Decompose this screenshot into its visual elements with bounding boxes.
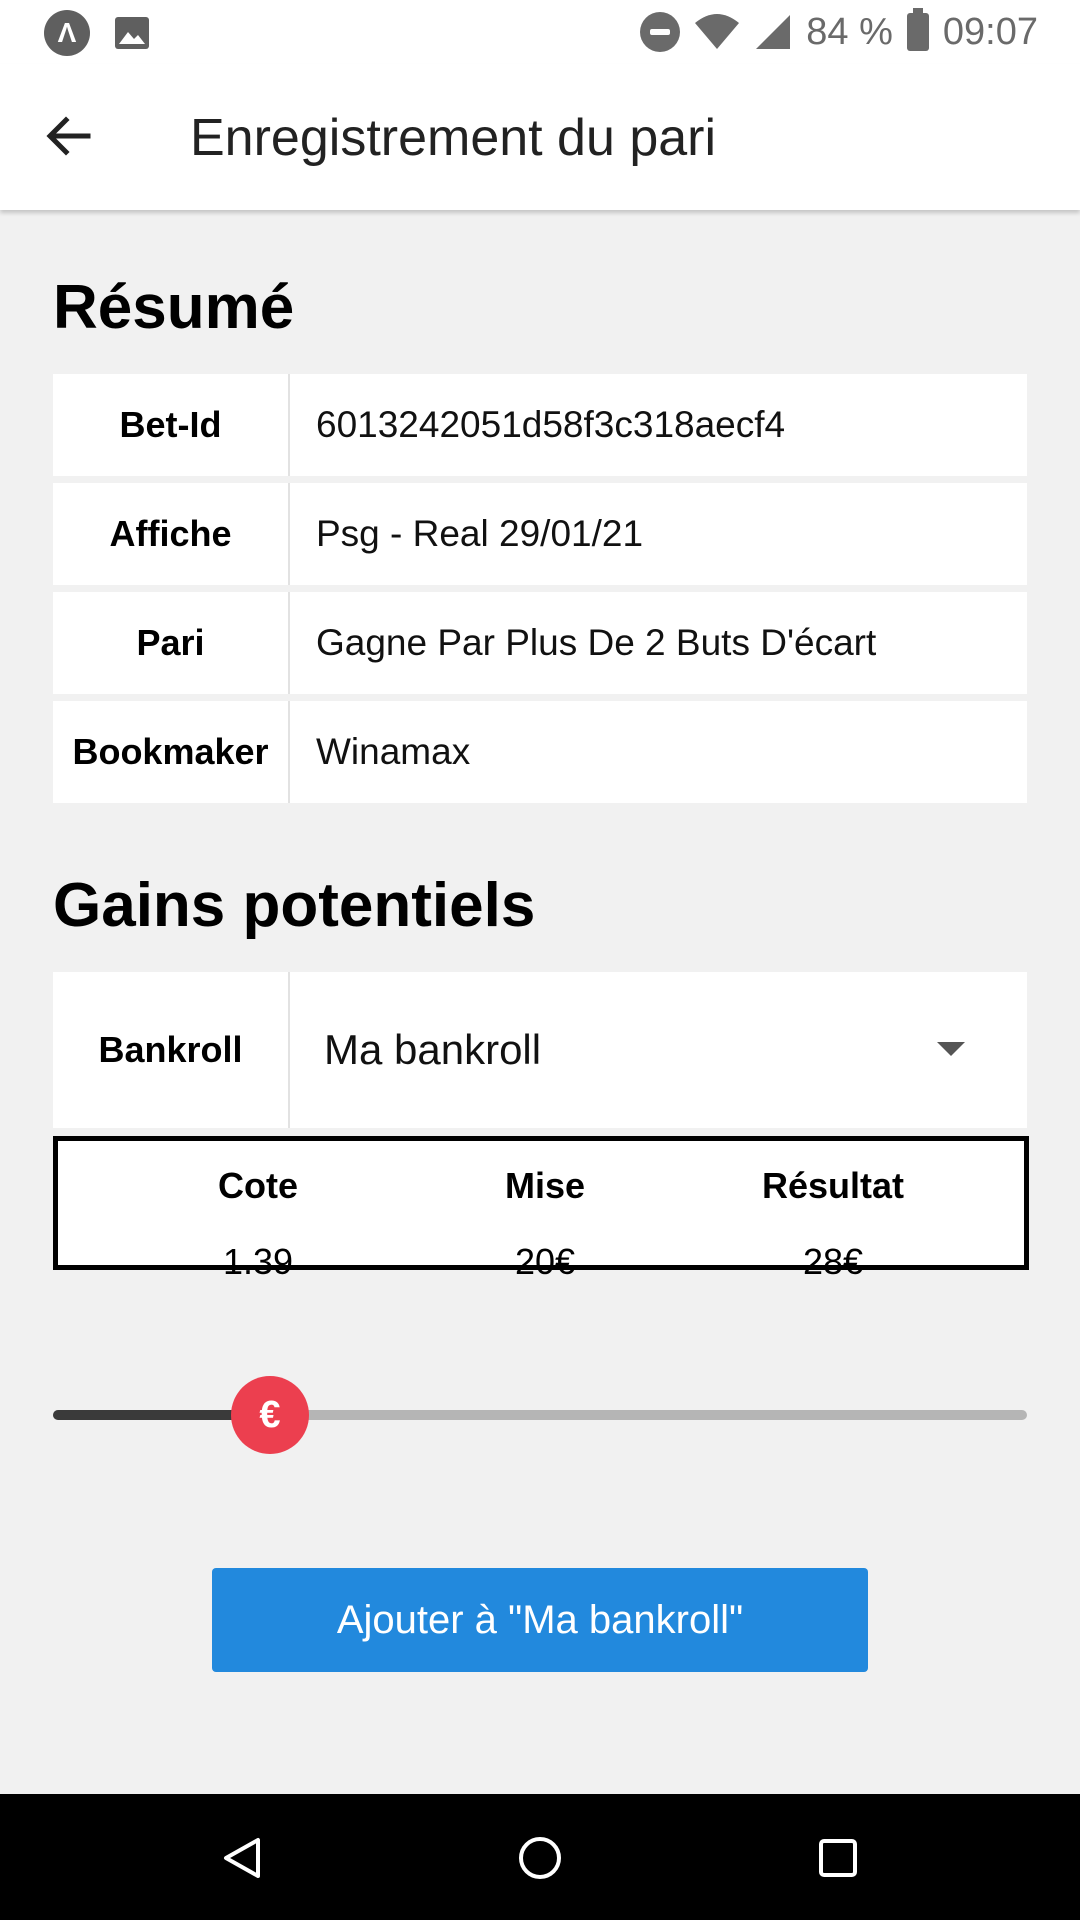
cote-label: Cote — [218, 1165, 298, 1206]
mise-column: Mise 20€ — [415, 1141, 675, 1283]
resultat-value: 28€ — [802, 1241, 864, 1282]
clock: 09:07 — [942, 10, 1038, 53]
battery-percentage: 84 % — [806, 10, 893, 53]
gains-heading: Gains potentiels — [53, 871, 536, 940]
results-box: Cote 1.39 Mise 20€ Résultat 28€ — [53, 1136, 1029, 1282]
do-not-disturb-icon — [640, 12, 681, 52]
battery-icon — [906, 8, 929, 51]
add-to-bankroll-button[interactable]: Ajouter à "Ma bankroll" — [212, 1568, 868, 1672]
row-value-affiche: Psg - Real 29/01/21 — [316, 513, 644, 554]
summary-table: Bet-Id 6013242051d58f3c318aecf4 Affiche … — [53, 374, 1027, 810]
cote-column: Cote 1.39 — [128, 1141, 388, 1283]
row-label-affiche: Affiche — [53, 483, 290, 585]
mise-label: Mise — [504, 1165, 586, 1206]
table-row: Bookmaker Winamax — [53, 701, 1027, 803]
bankroll-dropdown[interactable]: Ma bankroll — [290, 972, 1027, 1128]
page-title: Enregistrement du pari — [190, 109, 717, 167]
nav-recents-button[interactable] — [810, 1830, 866, 1886]
status-bar-left: Λ — [44, 10, 150, 56]
arrow-back-icon — [46, 116, 91, 156]
resultat-column: Résultat 28€ — [703, 1141, 963, 1283]
row-value-bet-id: 6013242051d58f3c318aecf4 — [316, 404, 786, 445]
bankroll-row: Bankroll Ma bankroll — [53, 972, 1027, 1128]
mise-value: 20€ — [514, 1241, 576, 1282]
status-bar-right: 84 % 09:07 — [640, 8, 1038, 56]
table-row: Affiche Psg - Real 29/01/21 — [53, 483, 1027, 585]
signal-icon — [756, 15, 791, 49]
bankroll-label: Bankroll — [53, 972, 290, 1128]
row-label-bookmaker: Bookmaker — [53, 701, 290, 803]
table-row: Bet-Id 6013242051d58f3c318aecf4 — [53, 374, 1027, 476]
row-value-pari: Gagne Par Plus De 2 Buts D'écart — [316, 622, 877, 663]
app-notification-icon: Λ — [44, 10, 90, 56]
cote-value: 1.39 — [222, 1241, 294, 1282]
nav-back-icon — [224, 1838, 260, 1878]
bankroll-selected-value: Ma bankroll — [324, 1026, 542, 1073]
nav-home-button[interactable] — [512, 1830, 568, 1886]
gallery-icon — [115, 17, 149, 49]
nav-recents-icon — [819, 1839, 857, 1877]
summary-heading: Résumé — [53, 273, 295, 342]
row-label-pari: Pari — [53, 592, 290, 694]
row-label-bet-id: Bet-Id — [53, 374, 290, 476]
system-navigation-bar — [0, 1794, 1080, 1920]
row-value-bookmaker: Winamax — [316, 731, 471, 772]
nav-home-icon — [519, 1837, 561, 1879]
back-button[interactable] — [36, 104, 100, 168]
table-row: Pari Gagne Par Plus De 2 Buts D'écart — [53, 592, 1027, 694]
app-bar: Enregistrement du pari — [0, 64, 1080, 210]
resultat-label: Résultat — [761, 1165, 905, 1206]
status-bar: Λ 84 % 09:07 — [0, 0, 1080, 64]
stake-slider[interactable]: € — [53, 1376, 1027, 1456]
wifi-icon — [695, 14, 740, 49]
nav-back-button[interactable] — [214, 1830, 270, 1886]
dropdown-arrow-icon — [937, 1042, 965, 1056]
slider-thumb-euro-icon[interactable]: € — [231, 1376, 309, 1454]
